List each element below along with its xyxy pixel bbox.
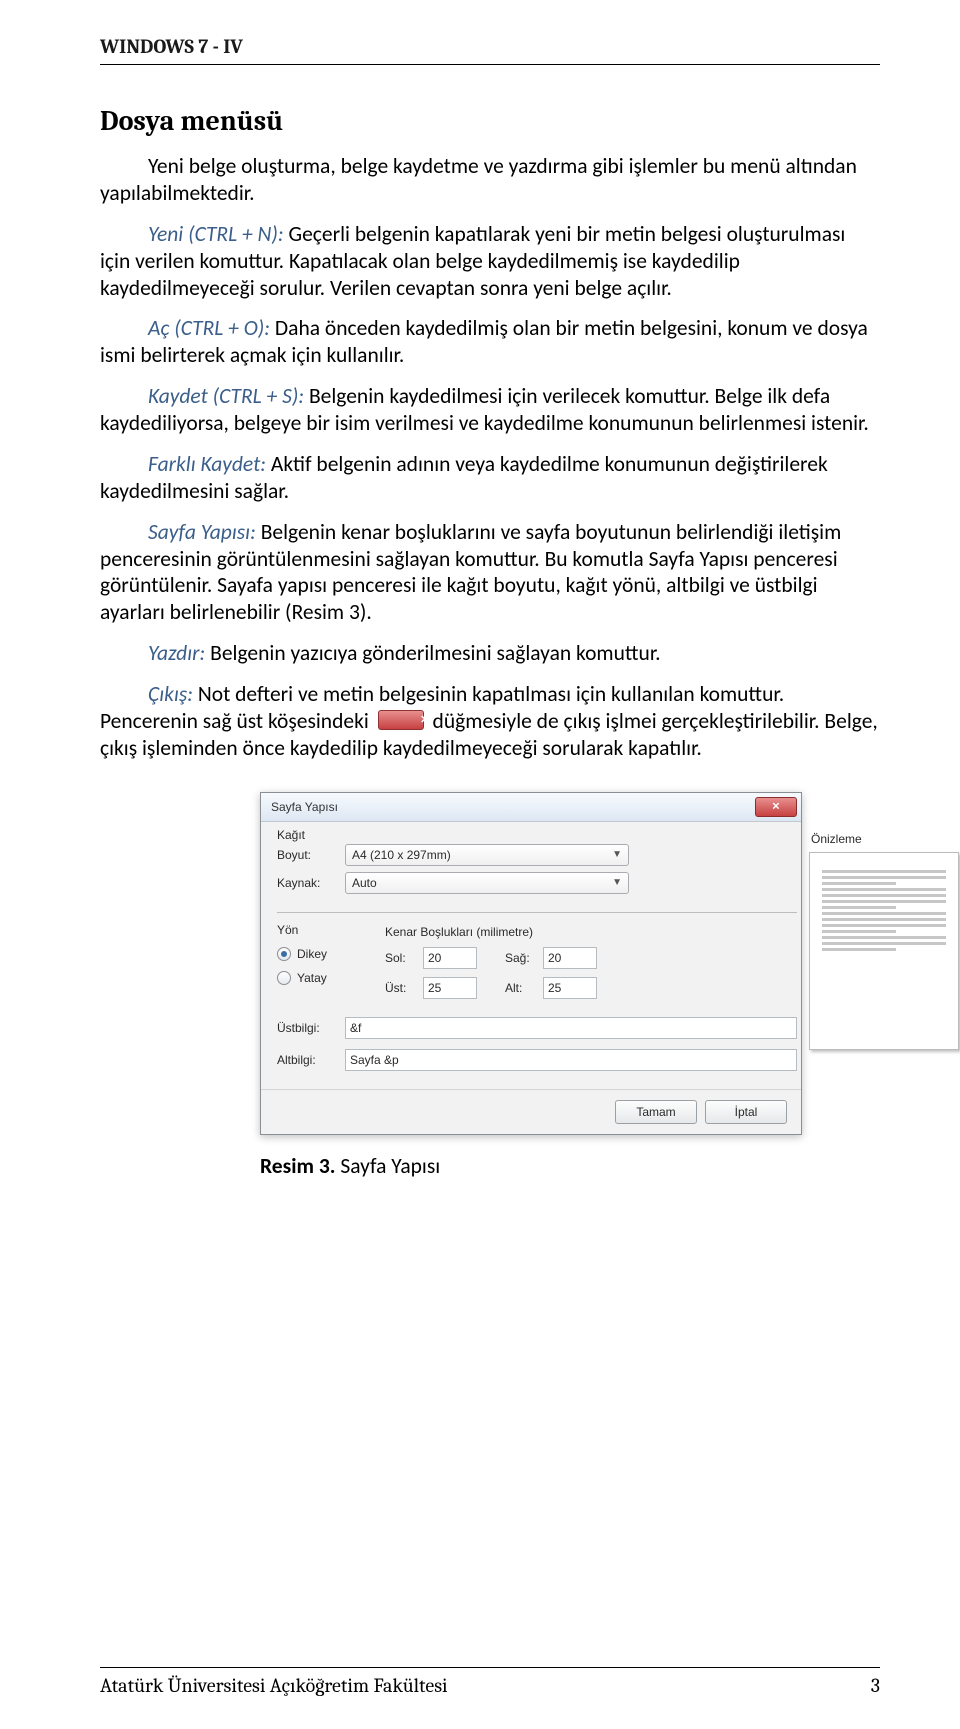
term-cikis: Çıkış:	[148, 681, 193, 707]
sag-input[interactable]: 20	[543, 947, 597, 969]
radio-dot-icon	[277, 947, 291, 961]
caption-bold: Resim 3.	[260, 1153, 335, 1179]
caption-rest: Sayfa Yapısı	[335, 1153, 440, 1179]
body-yazdir: Belgenin yazıcıya gönderilmesini sağlaya…	[205, 640, 660, 666]
radio-dikey[interactable]: Dikey	[277, 947, 385, 961]
cancel-button[interactable]: İptal	[705, 1100, 787, 1124]
term-farkli-kaydet: Farklı Kaydet:	[148, 451, 266, 477]
ok-button[interactable]: Tamam	[615, 1100, 697, 1124]
footer-left: Atatürk Üniversitesi Açıköğretim Fakülte…	[100, 1674, 448, 1697]
kagit-legend: Kağıt	[277, 828, 311, 842]
paragraph-ac: Aç (CTRL + O): Daha önceden kaydedilmiş …	[100, 315, 880, 369]
sol-label: Sol:	[385, 951, 413, 965]
preview-label: Önizleme	[809, 832, 959, 846]
radio-yatay-label: Yatay	[297, 971, 327, 985]
kenar-legend: Kenar Boşlukları (milimetre)	[385, 925, 797, 939]
figure-caption: Resim 3. Sayfa Yapısı	[260, 1153, 880, 1179]
radio-dikey-label: Dikey	[297, 947, 327, 961]
page-setup-dialog: Sayfa Yapısı Kağıt Boyut: A4 (210 x 297m…	[260, 792, 802, 1135]
kaynak-value: Auto	[352, 876, 377, 890]
page-footer: Atatürk Üniversitesi Açıköğretim Fakülte…	[100, 1667, 880, 1697]
dialog-titlebar: Sayfa Yapısı	[261, 793, 801, 822]
chevron-down-icon: ▼	[612, 849, 622, 860]
paragraph-yeni: Yeni (CTRL + N): Geçerli belgenin kapatı…	[100, 221, 880, 302]
dialog-title: Sayfa Yapısı	[271, 800, 338, 814]
kaynak-label: Kaynak:	[277, 876, 345, 890]
dialog-close-button[interactable]	[755, 797, 797, 817]
altbilgi-label: Altbilgi:	[277, 1053, 345, 1067]
intro-paragraph: Yeni belge oluşturma, belge kaydetme ve …	[100, 153, 880, 207]
ustbilgi-input[interactable]: &f	[345, 1017, 797, 1039]
yon-legend: Yön	[277, 923, 385, 937]
yon-kenar-group: Yön Dikey Yatay	[277, 912, 797, 1007]
preview-page	[809, 852, 959, 1050]
radio-dot-icon	[277, 971, 291, 985]
alt-label: Alt:	[505, 981, 533, 995]
altbilgi-input[interactable]: Sayfa &p	[345, 1049, 797, 1071]
kagit-group: Kağıt Boyut: A4 (210 x 297mm) ▼ Kaynak:	[277, 836, 797, 894]
close-icon	[378, 710, 424, 730]
paragraph-cikis: Çıkış: Not defteri ve metin belgesinin k…	[100, 681, 880, 762]
term-sayfa-yapisi: Sayfa Yapısı:	[148, 519, 256, 545]
document-header: WINDOWS 7 - IV	[100, 35, 880, 65]
term-ac: Aç (CTRL + O):	[148, 315, 270, 341]
ust-input[interactable]: 25	[423, 977, 477, 999]
paragraph-sayfa-yapisi: Sayfa Yapısı: Belgenin kenar boşlukların…	[100, 519, 880, 627]
boyut-label: Boyut:	[277, 848, 345, 862]
section-heading: Dosya menüsü	[100, 105, 880, 137]
term-yeni: Yeni (CTRL + N):	[148, 221, 284, 247]
dialog-button-row: Tamam İptal	[261, 1089, 801, 1134]
term-yazdir: Yazdır:	[148, 640, 205, 666]
kaynak-select[interactable]: Auto ▼	[345, 872, 629, 894]
radio-yatay[interactable]: Yatay	[277, 971, 385, 985]
paragraph-farkli-kaydet: Farklı Kaydet: Aktif belgenin adının vey…	[100, 451, 880, 505]
figure-page-setup: Sayfa Yapısı Kağıt Boyut: A4 (210 x 297m…	[260, 792, 880, 1135]
ust-label: Üst:	[385, 981, 413, 995]
sol-input[interactable]: 20	[423, 947, 477, 969]
paragraph-kaydet: Kaydet (CTRL + S): Belgenin kaydedilmesi…	[100, 383, 880, 437]
alt-input[interactable]: 25	[543, 977, 597, 999]
term-kaydet: Kaydet (CTRL + S):	[148, 383, 304, 409]
boyut-select[interactable]: A4 (210 x 297mm) ▼	[345, 844, 629, 866]
sag-label: Sağ:	[505, 951, 533, 965]
boyut-value: A4 (210 x 297mm)	[352, 848, 451, 862]
paragraph-yazdir: Yazdır: Belgenin yazıcıya gönderilmesini…	[100, 640, 880, 667]
ustbilgi-label: Üstbilgi:	[277, 1021, 345, 1035]
footer-page-number: 3	[871, 1674, 880, 1697]
chevron-down-icon: ▼	[612, 877, 622, 888]
